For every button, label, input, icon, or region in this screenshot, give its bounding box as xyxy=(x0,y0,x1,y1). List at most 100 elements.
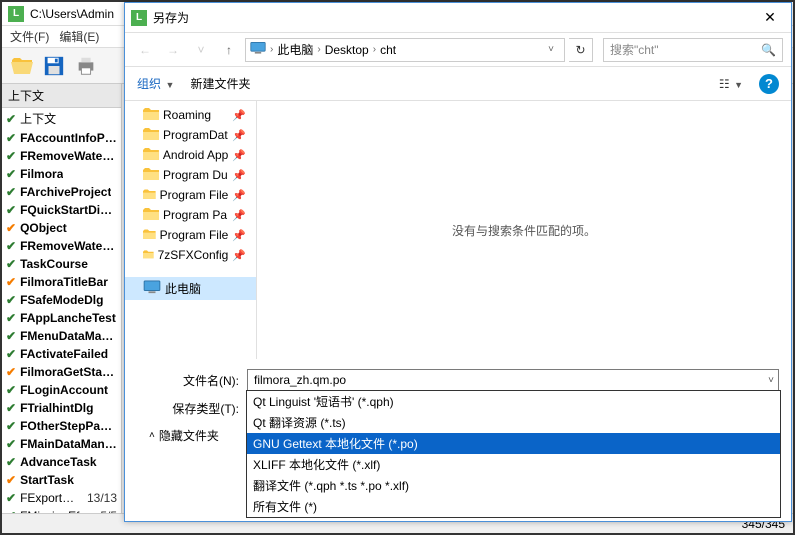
help-icon[interactable]: ? xyxy=(759,74,779,94)
pin-icon: 📌 xyxy=(232,229,246,242)
dropdown-option[interactable]: 翻译文件 (*.qph *.ts *.po *.xlf) xyxy=(247,475,780,496)
context-row[interactable]: ✔QObject xyxy=(2,219,121,237)
tree-item[interactable]: Roaming📌 xyxy=(125,105,256,125)
pin-icon: 📌 xyxy=(232,249,246,262)
context-row[interactable]: ✔FArchiveProject xyxy=(2,183,121,201)
dropdown-option[interactable]: Qt 翻译资源 (*.ts) xyxy=(247,412,780,433)
filename-label: 文件名(N): xyxy=(137,372,247,389)
context-label: FActivateFailed xyxy=(20,347,108,361)
chevron-right-icon[interactable]: › xyxy=(315,44,322,55)
check-icon: ✔ xyxy=(6,455,16,469)
pin-icon: 📌 xyxy=(232,129,246,142)
context-row[interactable]: ✔FExportConfirmDlg13/13 xyxy=(2,489,121,507)
chevron-up-icon: ˄ xyxy=(149,430,155,441)
chevron-right-icon[interactable]: › xyxy=(371,44,378,55)
check-icon: ✔ xyxy=(6,257,16,271)
context-row[interactable]: ✔FQuickStartDialog xyxy=(2,201,121,219)
tree-item[interactable]: Program Du📌 xyxy=(125,165,256,185)
context-label: Filmora xyxy=(20,167,63,181)
pin-icon: 📌 xyxy=(232,189,246,202)
menu-edit[interactable]: 编辑(E) xyxy=(59,28,99,45)
tree-item[interactable]: Program Pa📌 xyxy=(125,205,256,225)
context-row[interactable]: ✔StartTask xyxy=(2,471,121,489)
breadcrumb[interactable]: › 此电脑 › Desktop › cht ˅ xyxy=(245,38,565,62)
check-icon: ✔ xyxy=(6,347,16,361)
check-icon: ✔ xyxy=(6,167,16,181)
context-label: FAppLancheTest xyxy=(20,311,116,325)
breadcrumb-seg[interactable]: 此电脑 xyxy=(277,41,313,58)
check-icon: ✔ xyxy=(6,293,16,307)
organize-button[interactable]: 组织 ▼ xyxy=(137,75,174,92)
context-row[interactable]: ✔上下文 xyxy=(2,108,121,129)
nav-recent-icon[interactable]: ˅ xyxy=(189,38,213,62)
context-label: FTrialhintDlg xyxy=(20,401,93,415)
context-row[interactable]: ✔AdvanceTask xyxy=(2,453,121,471)
open-icon[interactable] xyxy=(8,52,36,80)
nav-up-icon[interactable]: ↑ xyxy=(217,38,241,62)
context-label: FAccountInfoPanel xyxy=(20,131,117,145)
tree-item-label: Program Du xyxy=(163,168,228,182)
tree-item[interactable]: 7zSFXConfig📌 xyxy=(125,245,256,265)
tree-item[interactable]: Program File📌 xyxy=(125,185,256,205)
tree-item[interactable]: ProgramDat📌 xyxy=(125,125,256,145)
pin-icon: 📌 xyxy=(232,149,246,162)
tree-item-pc[interactable]: 此电脑 xyxy=(125,277,256,300)
context-row[interactable]: ✔FRemoveWatermark xyxy=(2,237,121,255)
check-icon: ✔ xyxy=(6,185,16,199)
context-row[interactable]: ✔FAppLancheTest xyxy=(2,309,121,327)
tree-item-label: Roaming xyxy=(163,108,211,122)
print-icon[interactable] xyxy=(72,52,100,80)
context-label: FSafeModeDlg xyxy=(20,293,103,307)
context-row[interactable]: ✔FMainDataManager xyxy=(2,435,121,453)
check-icon: ✔ xyxy=(6,473,16,487)
context-row[interactable]: ✔ FActivateFailed xyxy=(2,345,121,363)
menu-file[interactable]: 文件(F) xyxy=(10,28,49,45)
context-row[interactable]: ✔FLoginAccount xyxy=(2,381,121,399)
context-row[interactable]: ✔ FTrialhintDlg xyxy=(2,399,121,417)
context-row[interactable]: ✔FMenuDataManager xyxy=(2,327,121,345)
check-icon: ✔ xyxy=(6,437,16,451)
refresh-icon[interactable]: ↻ xyxy=(569,38,593,62)
tree-item[interactable]: Program File📌 xyxy=(125,225,256,245)
pc-icon xyxy=(250,41,266,58)
save-icon[interactable] xyxy=(40,52,68,80)
nav-back-icon[interactable]: ← xyxy=(133,38,157,62)
view-button[interactable]: ☷ ▼ xyxy=(719,77,743,91)
check-icon: ✔ xyxy=(6,112,16,126)
dropdown-option[interactable]: XLIFF 本地化文件 (*.xlf) xyxy=(247,454,780,475)
context-row[interactable]: ✔FOtherStepPanel xyxy=(2,417,121,435)
context-row[interactable]: ✔FilmoraTitleBar xyxy=(2,273,121,291)
close-button[interactable]: ✕ xyxy=(749,3,791,33)
pc-icon xyxy=(143,280,161,297)
context-row[interactable]: ✔FRemoveWatermark xyxy=(2,147,121,165)
breadcrumb-seg[interactable]: Desktop xyxy=(325,43,369,57)
context-row[interactable]: ✔ FSafeModeDlg xyxy=(2,291,121,309)
check-icon: ✔ xyxy=(6,401,16,415)
chevron-right-icon[interactable]: › xyxy=(268,44,275,55)
breadcrumb-seg[interactable]: cht xyxy=(380,43,396,57)
nav-forward-icon[interactable]: → xyxy=(161,38,185,62)
chevron-down-icon[interactable]: ˅ xyxy=(542,44,560,55)
check-icon: ✔ xyxy=(6,131,16,145)
dropdown-option[interactable]: Qt Linguist '短语书' (*.qph) xyxy=(247,391,780,412)
dropdown-option[interactable]: 所有文件 (*) xyxy=(247,496,780,517)
search-placeholder: 搜索"cht" xyxy=(610,41,659,58)
chevron-down-icon[interactable]: ˅ xyxy=(768,375,774,386)
context-label: FilmoraTitleBar xyxy=(20,275,108,289)
context-row[interactable]: ✔ FAccountInfoPanel xyxy=(2,129,121,147)
filename-input[interactable]: filmora_zh.qm.po ˅ xyxy=(247,369,779,391)
context-row[interactable]: ✔FilmoraGetStarted xyxy=(2,363,121,381)
check-icon: ✔ xyxy=(6,383,16,397)
context-row[interactable]: ✔ Filmora xyxy=(2,165,121,183)
savetype-label: 保存类型(T): xyxy=(137,400,247,417)
tree-item-label: Program File xyxy=(160,228,229,242)
context-label: FQuickStartDialog xyxy=(20,203,117,217)
context-row[interactable]: ✔ TaskCourse xyxy=(2,255,121,273)
search-input[interactable]: 搜索"cht" 🔍 xyxy=(603,38,783,62)
new-folder-button[interactable]: 新建文件夹 xyxy=(190,75,250,92)
tree-item[interactable]: Android App📌 xyxy=(125,145,256,165)
context-label: TaskCourse xyxy=(20,257,88,271)
check-icon: ✔ xyxy=(6,239,16,253)
dropdown-option[interactable]: GNU Gettext 本地化文件 (*.po) xyxy=(247,433,780,454)
check-icon: ✔ xyxy=(6,221,16,235)
